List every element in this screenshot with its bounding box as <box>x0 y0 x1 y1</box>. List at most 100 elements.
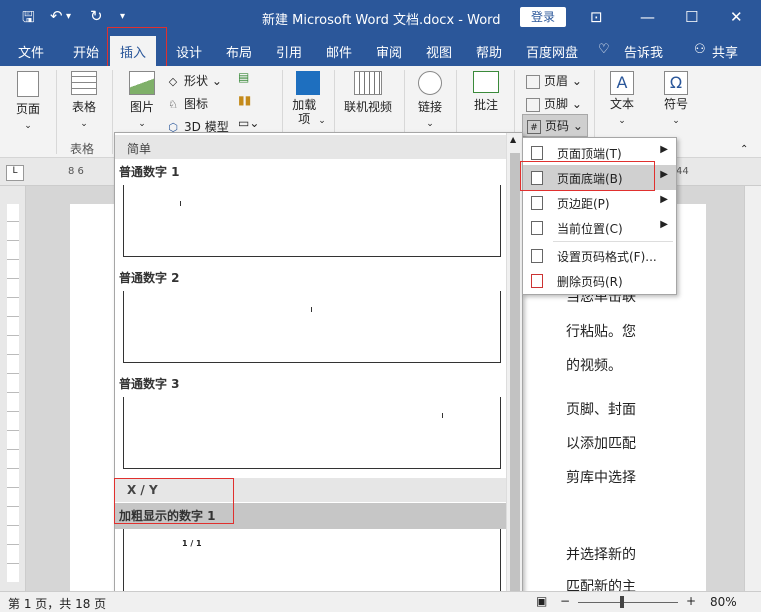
customize-quick-access-icon[interactable]: ▾ <box>120 11 125 22</box>
online-video-label: 联机视频 <box>343 100 392 114</box>
gallery-item-label: 普通数字 2 <box>119 271 180 285</box>
top-of-page-icon <box>531 146 543 160</box>
tab-home[interactable]: 开始 <box>73 42 99 61</box>
save-icon[interactable]: 🖫 <box>22 7 35 32</box>
minimize-icon[interactable]: — <box>640 8 655 26</box>
symbol-button[interactable]: Ω 符号 ⌄ <box>658 71 694 126</box>
tab-insert[interactable]: 插入 <box>110 36 157 66</box>
tab-references[interactable]: 引用 <box>276 42 302 61</box>
symbol-label: 符号 <box>663 97 688 111</box>
shapes-label: 形状 <box>184 74 209 88</box>
doc-line: 的视频。 <box>566 358 622 374</box>
online-video-button[interactable]: 联机视频 <box>340 71 396 115</box>
remove-page-numbers-icon <box>531 274 543 288</box>
header-icon <box>526 74 540 89</box>
tab-help[interactable]: 帮助 <box>476 42 502 61</box>
addins-icon <box>296 71 320 95</box>
submenu-arrow-icon: ▶ <box>660 169 668 180</box>
menu-item-top-of-page[interactable]: 页面顶端(T) ▶ <box>523 140 676 165</box>
gallery-item-label: 普通数字 3 <box>119 377 180 391</box>
gallery-scroll-thumb[interactable] <box>510 153 520 599</box>
page-number-button[interactable]: # 页码 ⌄ <box>522 114 588 137</box>
menu-item-page-margins[interactable]: 页边距(P) ▶ <box>523 190 676 215</box>
tab-view[interactable]: 视图 <box>426 42 452 61</box>
pages-button[interactable]: 页面 ⌄ <box>10 71 46 131</box>
picture-button[interactable]: 图片 ⌄ <box>122 71 162 129</box>
tab-baidu-netdisk[interactable]: 百度网盘 <box>526 42 578 61</box>
table-label: 表格 <box>71 100 96 114</box>
undo-icon[interactable]: ↶ <box>50 7 63 25</box>
smartart-icon[interactable]: ▤ <box>238 70 249 84</box>
share-button[interactable]: 共享 <box>712 42 738 61</box>
comment-button[interactable]: 批注 <box>466 71 506 113</box>
link-button[interactable]: 链接 ⌄ <box>412 71 448 129</box>
menu-item-bottom-of-page[interactable]: 页面底端(B) ▶ <box>523 165 676 190</box>
status-bar: 第 1 页，共 18 页 ▣ − + 80% <box>0 591 761 612</box>
header-label: 页眉 <box>544 74 569 88</box>
zoom-in-icon[interactable]: + <box>686 594 696 608</box>
picture-icon <box>129 71 155 95</box>
menu-item-label: 设置页码格式(F)... <box>557 250 657 264</box>
header-button[interactable]: 页眉 ⌄ <box>526 72 582 89</box>
zoom-slider-thumb[interactable] <box>620 596 624 608</box>
tab-file[interactable]: 文件 <box>18 42 44 61</box>
close-icon[interactable]: ✕ <box>730 8 743 26</box>
footer-label: 页脚 <box>544 97 569 111</box>
icons-icon: ♘ <box>168 97 178 111</box>
collapse-ribbon-icon[interactable]: ⌃ <box>740 144 748 155</box>
focus-mode-icon[interactable]: ▣ <box>536 594 547 608</box>
menu-item-format-page-numbers[interactable]: 设置页码格式(F)... <box>523 243 676 268</box>
table-button[interactable]: 表格 ⌄ <box>66 71 102 129</box>
menu-item-current-position[interactable]: 当前位置(C) ▶ <box>523 215 676 240</box>
text-box-icon: A <box>610 71 634 95</box>
gallery-item-label: 普通数字 1 <box>119 165 180 179</box>
footer-button[interactable]: 页脚 ⌄ <box>526 95 582 112</box>
gallery-item-hover: 加粗显示的数字 1 <box>115 503 507 529</box>
zoom-out-icon[interactable]: − <box>560 594 570 608</box>
tab-mailings[interactable]: 邮件 <box>326 42 352 61</box>
vertical-scrollbar[interactable] <box>744 186 761 591</box>
addins-label: 加载项 <box>292 98 317 126</box>
tab-review[interactable]: 审阅 <box>376 42 402 61</box>
icons-button[interactable]: ♘ 图标 <box>166 95 208 112</box>
pages-label: 页面 <box>15 102 40 116</box>
format-page-numbers-icon <box>531 249 543 263</box>
tab-design[interactable]: 设计 <box>176 42 202 61</box>
doc-line: 以添加匹配 <box>566 436 636 452</box>
tab-selector-icon[interactable]: L <box>6 165 24 181</box>
page-count[interactable]: 第 1 页，共 18 页 <box>8 595 106 612</box>
video-icon <box>354 71 382 95</box>
menu-item-remove-page-numbers[interactable]: 删除页码(R) <box>523 268 676 293</box>
gallery-scrollbar[interactable]: ▲ ▼ <box>506 133 522 609</box>
page-number-gallery: 简单 普通数字 1 普通数字 2 普通数字 3 X / Y 加粗显示的数字 1 … <box>114 132 523 610</box>
text-button[interactable]: A 文本 ⌄ <box>604 71 640 126</box>
gallery-item-plain-number-2[interactable] <box>123 291 501 363</box>
redo-icon[interactable]: ↻ <box>90 7 103 25</box>
gallery-item-plain-number-3[interactable] <box>123 397 501 469</box>
maximize-icon[interactable]: ☐ <box>685 8 698 26</box>
footer-icon <box>526 97 540 112</box>
separator <box>112 70 113 154</box>
link-label: 链接 <box>417 100 442 114</box>
text-label: 文本 <box>609 97 634 111</box>
undo-dropdown-icon[interactable]: ▾ <box>66 11 71 22</box>
tab-layout[interactable]: 布局 <box>226 42 252 61</box>
page-number-preview: 1 / 1 <box>182 539 202 548</box>
gallery-item-plain-number-1[interactable] <box>123 185 501 257</box>
chart-icon[interactable]: ▮▮ <box>238 93 251 107</box>
vertical-ruler <box>0 186 26 591</box>
addins-button[interactable]: 加载项 ⌄ <box>288 71 328 126</box>
bottom-of-page-icon <box>531 171 543 185</box>
ruler-mark-right: 44 <box>676 166 689 177</box>
login-button[interactable]: 登录 <box>520 7 566 27</box>
shapes-button[interactable]: ◇ 形状 ⌄ <box>166 72 222 89</box>
current-position-icon <box>531 221 543 235</box>
ribbon-display-options-icon[interactable]: ⊡ <box>590 8 603 26</box>
gallery-item-label: 加粗显示的数字 1 <box>119 509 216 523</box>
pages-icon <box>17 71 39 97</box>
tell-me-search[interactable]: 告诉我 <box>624 42 663 61</box>
zoom-slider[interactable] <box>578 602 678 603</box>
zoom-level[interactable]: 80% <box>710 595 737 609</box>
screenshot-icon[interactable]: ▭⌄ <box>238 116 259 130</box>
scroll-up-icon[interactable]: ▲ <box>510 135 516 144</box>
